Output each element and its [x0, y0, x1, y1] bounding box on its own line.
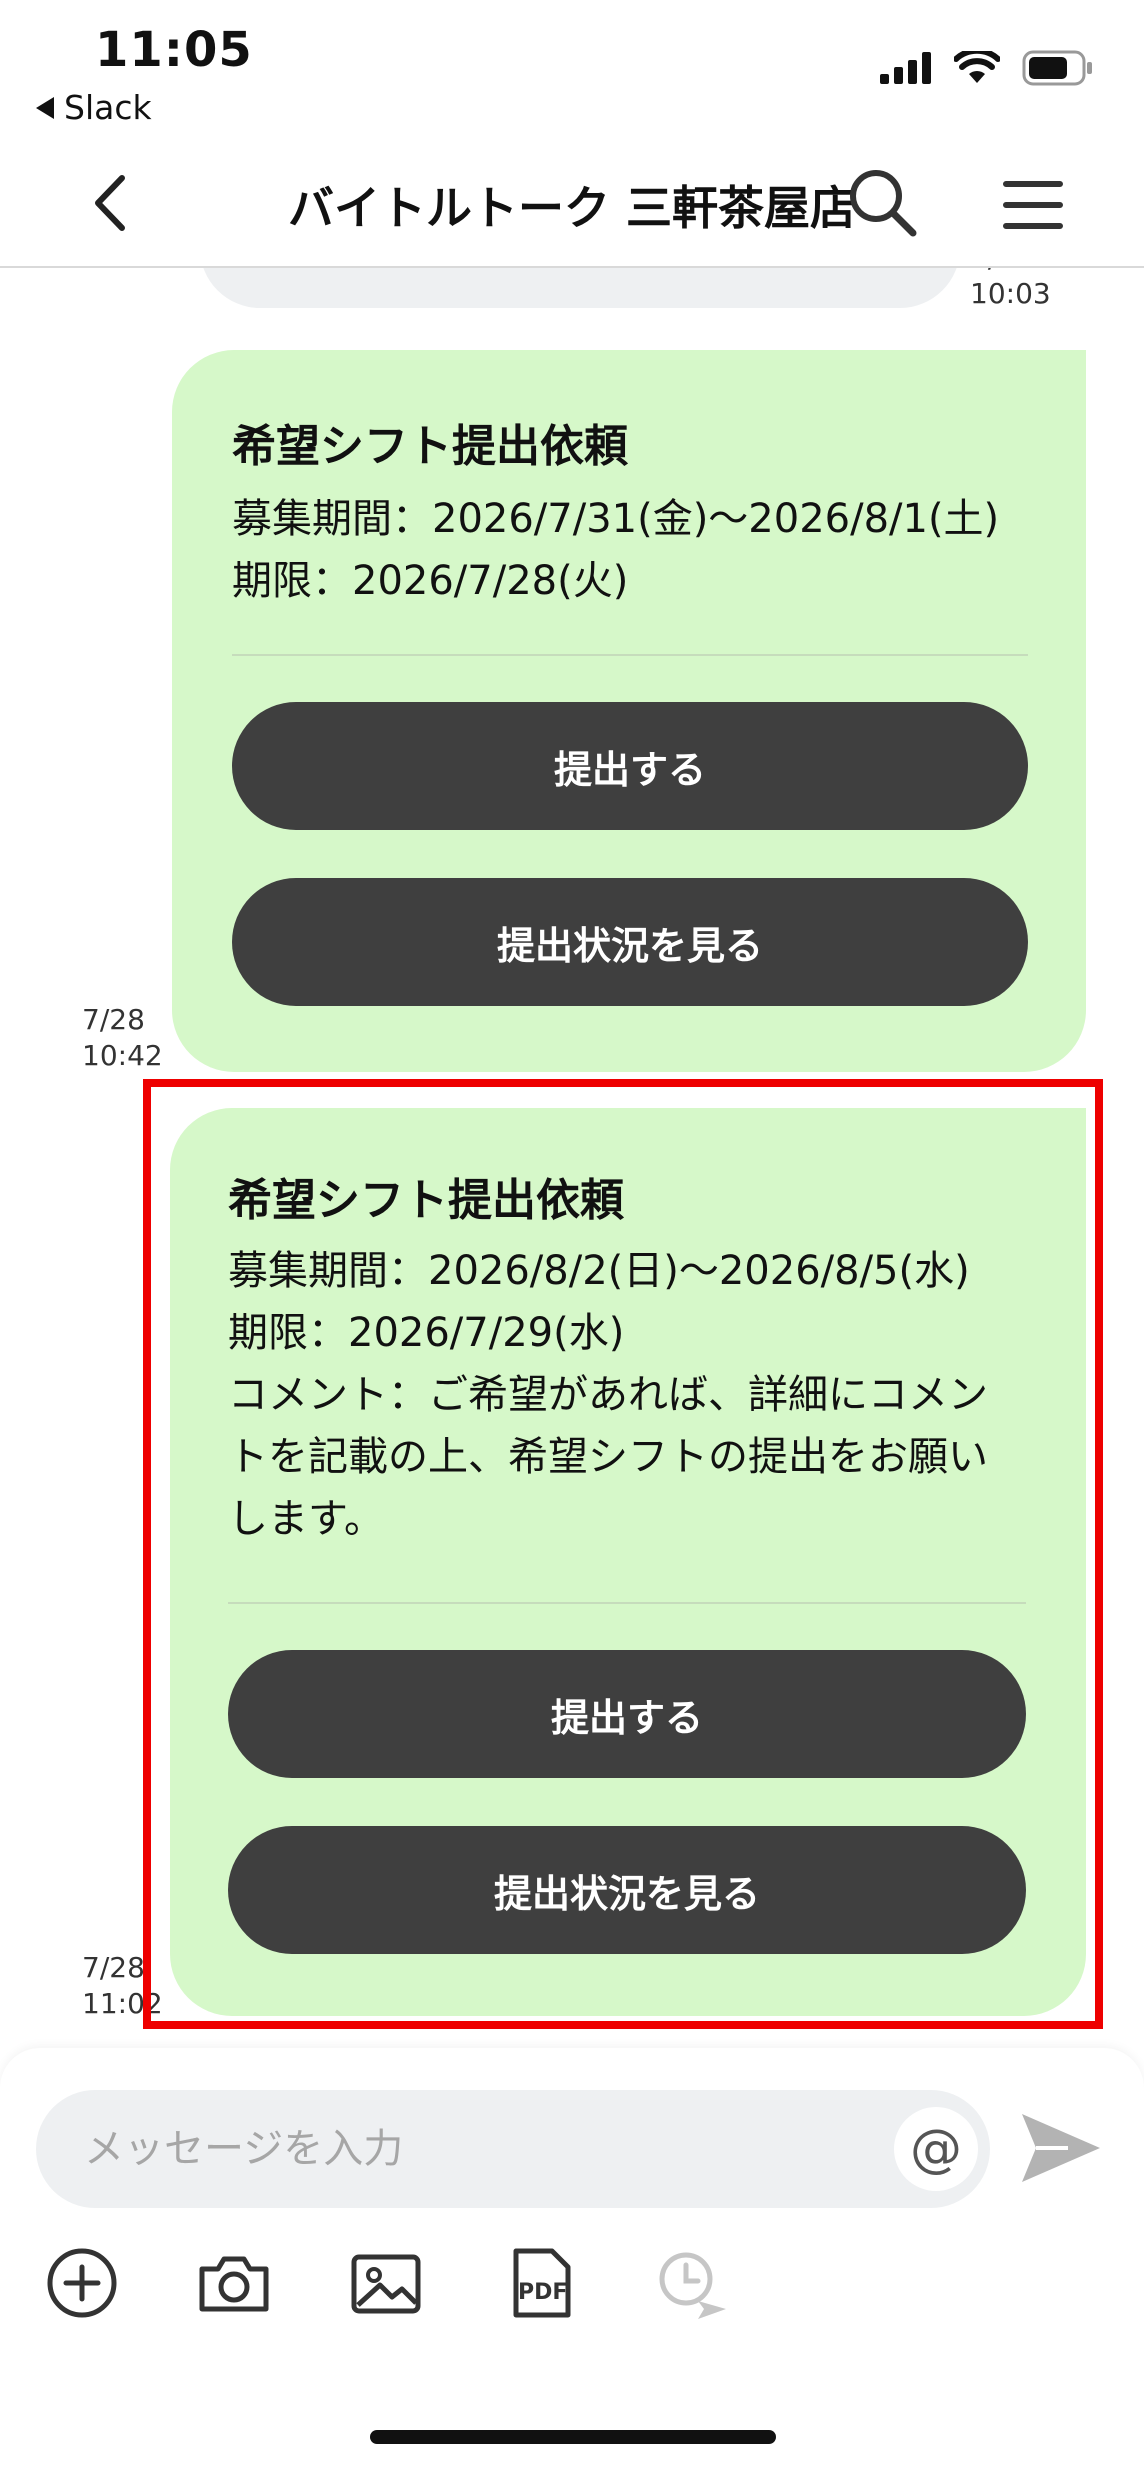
message-timestamp: 7/28 11:02	[82, 1950, 163, 2022]
divider	[228, 1602, 1026, 1604]
search-icon[interactable]	[845, 165, 920, 240]
comment-line: トを記載の上、希望シフトの提出をお願い	[228, 1434, 988, 1480]
svg-text:PDF: PDF	[518, 2280, 567, 2305]
shift-request-message: 希望シフト提出依頼 募集期間：2026/7/31(金)～2026/8/1(土) …	[172, 350, 1086, 1072]
camera-icon[interactable]	[196, 2245, 272, 2321]
view-status-button[interactable]: 提出状況を見る	[228, 1826, 1026, 1954]
timestamp-time: 10:03	[970, 277, 1051, 310]
page-title: バイトルトーク 三軒茶屋店	[287, 181, 856, 235]
status-icons	[880, 50, 1094, 86]
back-app-label: Slack	[64, 88, 152, 127]
battery-icon	[1022, 50, 1092, 86]
scheduled-send-icon[interactable]	[654, 2245, 730, 2321]
wifi-icon	[954, 51, 1000, 83]
home-indicator	[370, 2430, 776, 2444]
timestamp-date: 7/28	[970, 268, 1051, 276]
recruitment-period: 募集期間：2026/8/2(日)～2026/8/5(水)	[228, 1248, 970, 1294]
image-icon[interactable]	[348, 2245, 424, 2321]
comment-line: コメント：ご希望があれば、詳細にコメン	[228, 1372, 988, 1418]
back-triangle-icon	[36, 96, 54, 119]
message-timestamp: 7/28 10:42	[82, 1002, 163, 1074]
shift-request-message: 希望シフト提出依頼 募集期間：2026/8/2(日)～2026/8/5(水) 期…	[170, 1108, 1086, 2016]
menu-icon[interactable]	[1000, 172, 1066, 238]
previous-message-bubble	[200, 268, 960, 308]
view-status-button[interactable]: 提出状況を見る	[232, 878, 1028, 1006]
back-to-app-link[interactable]: Slack	[36, 88, 152, 127]
deadline: 期限：2026/7/28(火)	[232, 558, 629, 604]
status-time: 11:05	[95, 22, 253, 78]
message-title: 希望シフト提出依頼	[232, 421, 628, 472]
plus-icon[interactable]	[44, 2245, 120, 2321]
pdf-icon[interactable]: PDF	[506, 2245, 582, 2321]
recruitment-period: 募集期間：2026/7/31(金)～2026/8/1(土)	[232, 496, 1000, 542]
submit-button[interactable]: 提出する	[232, 702, 1028, 830]
divider	[232, 654, 1028, 656]
submit-button[interactable]: 提出する	[228, 1650, 1026, 1778]
message-input[interactable]	[36, 2090, 990, 2208]
message-title: 希望シフト提出依頼	[228, 1175, 624, 1226]
previous-message-timestamp: 7/28 10:03	[970, 268, 1051, 312]
mention-button[interactable]: @	[894, 2107, 978, 2191]
comment-line: します。	[228, 1496, 384, 1542]
at-icon: @	[910, 2119, 962, 2179]
timestamp-time: 10:42	[82, 1039, 163, 1072]
timestamp-time: 11:02	[82, 1987, 163, 2020]
send-icon[interactable]	[1018, 2108, 1104, 2188]
chat-area[interactable]: 7/28 10:03 7/28 10:42 希望シフト提出依頼 募集期間：202…	[0, 268, 1144, 2048]
signal-icon	[880, 52, 931, 84]
deadline: 期限：2026/7/29(水)	[228, 1310, 625, 1356]
timestamp-date: 7/28	[82, 1003, 145, 1036]
timestamp-date: 7/28	[82, 1951, 145, 1984]
